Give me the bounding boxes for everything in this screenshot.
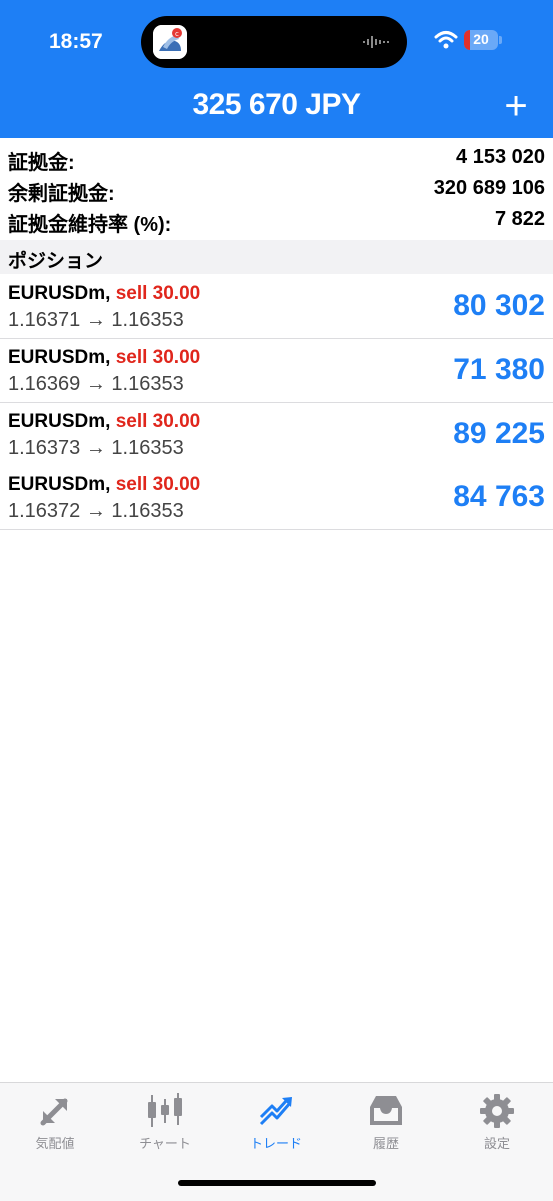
tab-chart-label: チャート [139,1136,191,1151]
chart-icon [148,1093,182,1127]
audio-wave-icon [363,36,389,48]
position-prices: 1.16371 → 1.16353 [8,309,184,331]
position-prices: 1.16369 → 1.16353 [8,373,184,395]
position-row[interactable]: EURUSDm, sell 30.00 1.16371 → 1.16353 80… [0,275,553,339]
position-profit: 80 302 [453,289,545,322]
position-symbol: EURUSDm, sell 30.00 [8,283,200,305]
tab-settings[interactable]: 設定 [447,1093,547,1153]
symbol-name: EURUSDm, [8,347,111,368]
symbol-name: EURUSDm, [8,411,111,432]
position-side: sell 30.00 [115,347,201,368]
margin-level-label: 証拠金維持率 (%): [8,214,172,236]
position-side: sell 30.00 [115,411,201,432]
tab-history[interactable]: 履歴 [336,1093,436,1153]
history-icon [370,1096,402,1125]
position-side: sell 30.00 [115,474,201,495]
trade-icon [259,1097,292,1126]
margin-level-row: 証拠金維持率 (%): 7 822 [0,204,553,236]
position-prices: 1.16373 → 1.16353 [8,437,184,459]
tab-quotes-label: 気配値 [35,1136,75,1151]
margin-value: 4 153 020 [456,146,545,168]
dynamic-island: c [141,16,407,68]
wifi-icon [434,31,458,49]
account-balance: 325 670 JPY [192,88,361,121]
app-icon: c [153,25,187,59]
tab-chart[interactable]: チャート [115,1093,215,1153]
positions-title: ポジション [8,251,104,272]
free-margin-row: 余剰証拠金: 320 689 106 [0,173,553,205]
position-profit: 84 763 [453,480,545,513]
position-row[interactable]: EURUSDm, sell 30.00 1.16372 → 1.16353 84… [0,466,553,530]
position-row[interactable]: EURUSDm, sell 30.00 1.16369 → 1.16353 71… [0,339,553,403]
position-side: sell 30.00 [115,283,201,304]
position-symbol: EURUSDm, sell 30.00 [8,474,200,496]
top-bar: 18:57 c 20 325 670 JPY + [0,0,553,138]
battery-indicator: 20 [464,30,498,50]
battery-percent: 20 [473,31,489,47]
margin-level-value: 7 822 [494,208,545,230]
add-order-button[interactable]: + [496,86,536,126]
quotes-icon [40,1098,68,1126]
positions-header: ポジション [0,240,553,274]
tab-history-label: 履歴 [372,1136,399,1151]
home-indicator [178,1180,376,1186]
free-margin-label: 余剰証拠金: [8,183,115,205]
margin-row: 証拠金: 4 153 020 [0,142,553,174]
position-profit: 71 380 [453,353,545,386]
free-margin-value: 320 689 106 [433,177,545,199]
svg-text:c: c [175,30,179,38]
position-row[interactable]: EURUSDm, sell 30.00 1.16373 → 1.16353 89… [0,403,553,467]
status-time: 18:57 [49,30,103,53]
tab-trade-label: トレード [249,1136,302,1151]
margin-label: 証拠金: [8,152,75,174]
tab-quotes[interactable]: 気配値 [5,1093,105,1153]
position-symbol: EURUSDm, sell 30.00 [8,347,200,369]
symbol-name: EURUSDm, [8,474,111,495]
position-prices: 1.16372 → 1.16353 [8,500,184,522]
tab-settings-label: 設定 [483,1136,510,1151]
symbol-name: EURUSDm, [8,283,111,304]
settings-icon [480,1094,514,1128]
position-symbol: EURUSDm, sell 30.00 [8,411,200,433]
position-profit: 89 225 [453,417,545,450]
tab-trade[interactable]: トレード [226,1093,326,1153]
